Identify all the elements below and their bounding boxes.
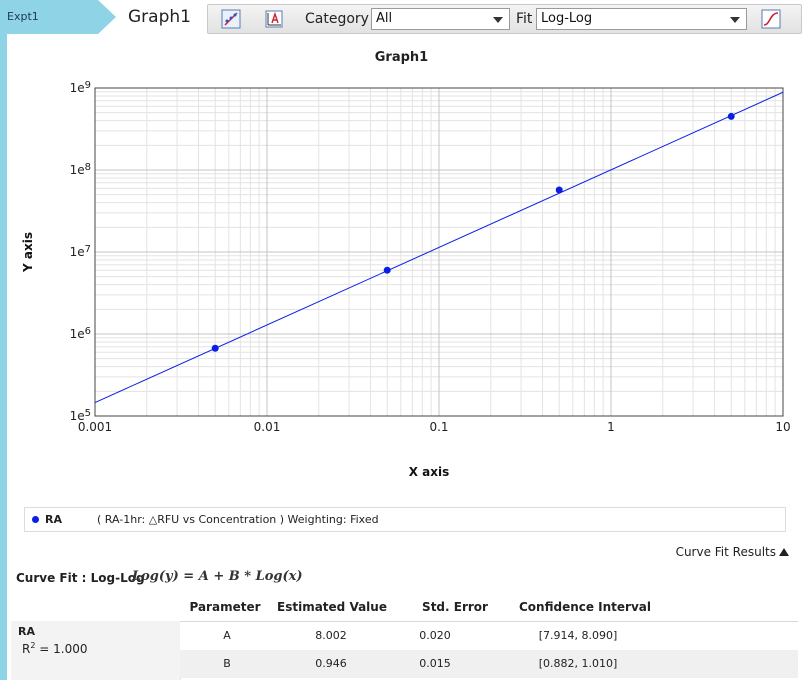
- y-axis-label: Y axis: [21, 232, 35, 273]
- fit-select[interactable]: Log-Log: [536, 8, 747, 30]
- cell-confidence-interval: [0.882, 1.010]: [538, 657, 618, 670]
- fit-label: Fit: [516, 11, 533, 27]
- y-tick-label: 1e7: [70, 244, 91, 259]
- curve-fit-title: Curve Fit : Log-Log: [16, 571, 145, 585]
- legend-marker: [32, 516, 39, 523]
- cell-std-error: 0.015: [419, 657, 451, 670]
- legend[interactable]: RA ( RA-1hr: △RFU vs Concentration ) Wei…: [24, 507, 786, 532]
- x-tick-label: 10: [775, 420, 790, 434]
- axis-format-icon[interactable]: [263, 8, 285, 30]
- collapse-triangle-icon: [779, 548, 789, 556]
- r2-value: = 1.000: [35, 642, 88, 656]
- legend-series-name: RA: [45, 513, 62, 526]
- data-point: [383, 266, 391, 274]
- series-name: RA: [18, 625, 35, 638]
- x-axis-label: X axis: [409, 465, 450, 479]
- header-estimated-value: Estimated Value: [277, 600, 387, 614]
- x-tick-label: 0.01: [254, 420, 281, 434]
- data-point: [211, 344, 219, 352]
- fit-formula: Log(y) = A + B * Log(x): [132, 569, 303, 584]
- experiment-tab[interactable]: Expt1: [0, 0, 116, 34]
- series-cell: RA R2 = 1.000: [11, 621, 181, 680]
- y-tick-label: 1e9: [70, 80, 91, 95]
- category-select[interactable]: All: [371, 8, 510, 30]
- header-confidence-interval: Confidence Interval: [518, 600, 652, 614]
- scatter-edit-icon[interactable]: [220, 8, 242, 30]
- curve-fit-results-toggle[interactable]: Curve Fit Results: [676, 545, 789, 559]
- cell-estimate: 8.002: [315, 629, 347, 642]
- cell-confidence-interval: [7.914, 8.090]: [538, 629, 618, 642]
- chevron-down-icon: [493, 17, 503, 23]
- cell-parameter: B: [223, 657, 231, 670]
- y-tick-label: 1e6: [70, 326, 91, 341]
- category-select-value: All: [376, 11, 393, 26]
- category-label: Category: [305, 11, 369, 27]
- cell-estimate: 0.946: [315, 657, 347, 670]
- header-std-error: Std. Error: [422, 600, 488, 614]
- cell-parameter: A: [223, 629, 231, 642]
- table-row: B 0.946 0.015 [0.882, 1.010]: [180, 650, 798, 678]
- x-tick-label: 1: [607, 420, 615, 434]
- graph-toolbar: Category All Fit Log-Log: [207, 4, 802, 34]
- chart: 0.001 0.01 0.1 1 101e51e61e71e81e9X axisY ax…: [21, 80, 791, 479]
- curve-fit-results-label: Curve Fit Results: [675, 545, 776, 559]
- chart-title: Graph1: [374, 50, 429, 65]
- fit-select-value: Log-Log: [541, 11, 593, 26]
- header-parameter: Parameter: [189, 600, 261, 614]
- curve-fit-icon[interactable]: [760, 8, 782, 30]
- experiment-tab-label: Expt1: [7, 10, 39, 23]
- data-point: [555, 186, 563, 194]
- data-point: [727, 112, 735, 120]
- chevron-down-icon: [730, 17, 740, 23]
- graph-name: Graph1: [128, 7, 191, 27]
- legend-description: ( RA-1hr: △RFU vs Concentration ) Weight…: [97, 513, 379, 526]
- y-tick-label: 1e8: [70, 162, 91, 177]
- table-row: A 8.002 0.020 [7.914, 8.090]: [180, 622, 798, 650]
- cell-std-error: 0.020: [419, 629, 451, 642]
- r-squared: R2 = 1.000: [22, 641, 87, 656]
- x-tick-label: 0.1: [429, 420, 448, 434]
